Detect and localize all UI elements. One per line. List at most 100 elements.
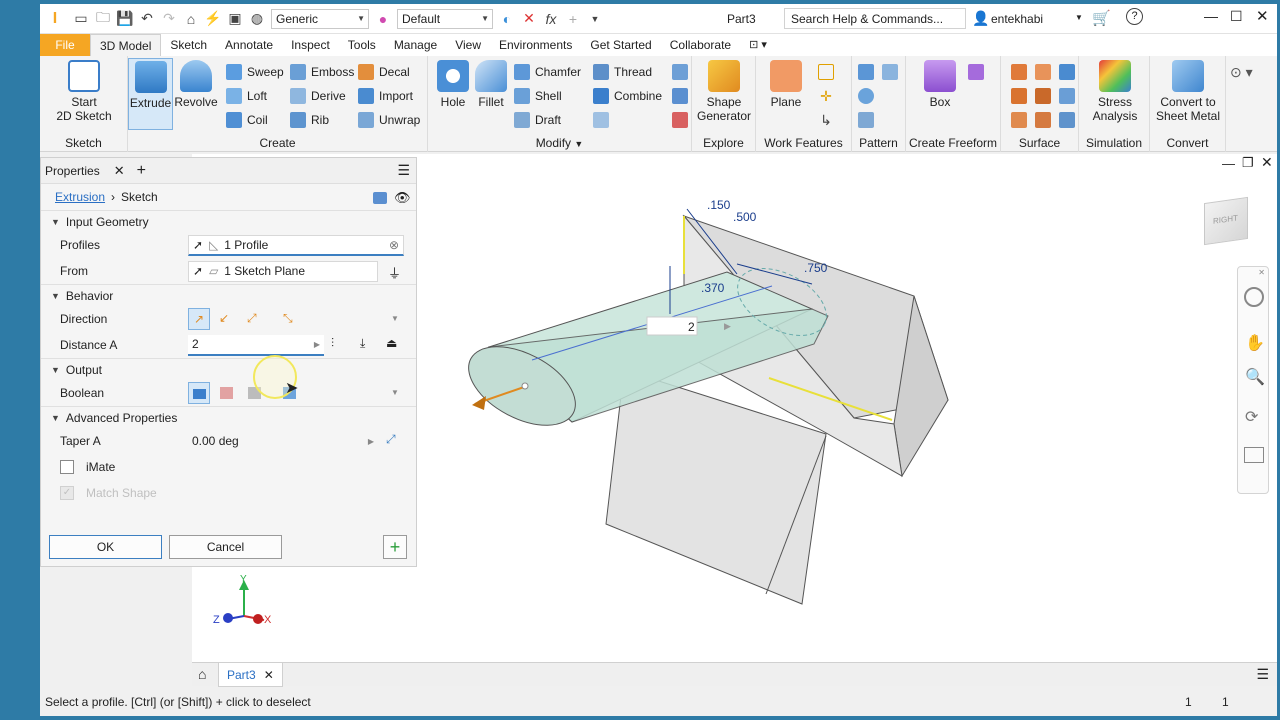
panel-modify-label[interactable]: Modify ▼ <box>428 136 691 150</box>
dim-label-370[interactable]: .370 <box>701 281 724 295</box>
dim-label-750[interactable]: .750 <box>804 261 827 275</box>
ribbon-options-icon[interactable]: ⊡ ▾ <box>740 34 776 56</box>
properties-menu-icon[interactable]: ☰ <box>397 162 410 179</box>
hole-button[interactable]: Hole <box>434 60 472 109</box>
tab-manage[interactable]: Manage <box>385 34 446 56</box>
delete-face-icon[interactable] <box>672 112 688 128</box>
loft-button[interactable]: Loft <box>226 86 267 106</box>
extend-icon[interactable] <box>1059 88 1075 104</box>
tab-tools[interactable]: Tools <box>339 34 385 56</box>
sculpt-icon[interactable] <box>1011 88 1027 104</box>
patch-icon[interactable] <box>1059 64 1075 80</box>
user-icon[interactable]: 👤 <box>972 10 989 27</box>
tab-file[interactable]: File <box>40 34 90 56</box>
from-selector[interactable]: ➚ ▱ 1 Sketch Plane <box>188 260 378 282</box>
sketch-pattern-icon[interactable] <box>858 112 874 128</box>
shape-generator-button[interactable]: Shape Generator <box>696 60 752 123</box>
derive-button[interactable]: Derive <box>290 86 346 106</box>
from-option-icon[interactable]: ⏚ <box>388 263 401 282</box>
add-icon[interactable]: + <box>562 8 584 30</box>
appearance-select[interactable]: Generic ▼ <box>271 8 369 29</box>
stitch-icon[interactable] <box>1035 64 1051 80</box>
minimize-window-icon[interactable]: — <box>1204 8 1218 24</box>
nav-close-icon[interactable]: ✕ <box>1258 268 1265 277</box>
move-face-icon[interactable] <box>672 88 688 104</box>
boolean-join-icon[interactable] <box>188 382 210 404</box>
ok-button[interactable]: OK <box>49 535 162 559</box>
home-icon[interactable]: ⌂ <box>180 8 202 30</box>
search-input[interactable]: Search Help & Commands... <box>784 8 966 29</box>
close-window-icon[interactable]: ✕ <box>1256 7 1269 25</box>
rib-button[interactable]: Rib <box>290 110 329 130</box>
steering-wheel-icon[interactable] <box>1244 287 1264 307</box>
direction-symmetric-icon[interactable]: ⤢ <box>247 311 257 326</box>
decal-button[interactable]: Decal <box>358 62 410 82</box>
user-menu-chevron-icon[interactable]: ▼ <box>1075 13 1083 22</box>
document-tab-close-icon[interactable]: ✕ <box>264 668 274 682</box>
save-icon[interactable]: 💾 <box>114 8 136 30</box>
extent-arrow-icon[interactable]: ▶ <box>724 321 731 332</box>
look-at-icon[interactable] <box>1244 447 1264 463</box>
extent-value[interactable]: 2 <box>688 320 695 334</box>
tab-get-started[interactable]: Get Started <box>581 34 660 56</box>
sweep-button[interactable]: Sweep <box>226 62 284 82</box>
unwrap-button[interactable]: Unwrap <box>358 110 420 130</box>
visibility-eye-icon[interactable]: 👁 <box>394 190 411 206</box>
repair-icon[interactable] <box>1059 112 1075 128</box>
to-next-icon[interactable]: ⤓ <box>360 336 365 351</box>
update-icon[interactable]: ⚡ <box>202 8 224 30</box>
circular-pattern-icon[interactable] <box>858 88 874 104</box>
undo-icon[interactable]: ↶ <box>136 8 158 30</box>
material-browser-icon[interactable]: ◍ <box>246 8 268 30</box>
ucs-icon[interactable]: ↳ <box>818 112 834 128</box>
ruled-surface-icon[interactable] <box>1011 112 1027 128</box>
section-behavior[interactable]: ▼ Behavior <box>41 284 416 306</box>
distance-arrow-icon[interactable]: ▶ <box>314 340 320 349</box>
clear-selection-icon[interactable]: ⊗ <box>389 238 399 252</box>
zoom-icon[interactable]: 🔍 <box>1245 367 1265 387</box>
tab-environments[interactable]: Environments <box>490 34 581 56</box>
shell-button[interactable]: Shell <box>514 86 562 106</box>
new-icon[interactable]: ▭ <box>70 8 92 30</box>
fillet-button[interactable]: Fillet <box>472 60 510 109</box>
ribbon-settings-icon[interactable]: ⊙ ▾ <box>1230 64 1253 81</box>
clear-appearance-icon[interactable]: ✕ <box>518 8 540 30</box>
through-all-icon[interactable]: ⏏ <box>386 336 397 350</box>
adjust-icon[interactable]: ◐ <box>496 8 518 30</box>
axis-icon[interactable] <box>818 64 834 80</box>
split-icon[interactable] <box>672 64 688 80</box>
direct-edit-icon[interactable] <box>593 112 609 128</box>
thicken-icon[interactable] <box>1011 64 1027 80</box>
thread-button[interactable]: Thread <box>593 62 652 82</box>
redo-icon[interactable]: ↷ <box>158 8 180 30</box>
direction-flipped-icon[interactable]: ↙ <box>219 311 229 325</box>
document-menu-icon[interactable]: ☰ <box>1256 666 1269 683</box>
taper-input[interactable]: 0.00 deg ▶ <box>188 431 378 452</box>
user-name[interactable]: entekhabi <box>991 12 1043 26</box>
app-logo-icon[interactable]: I <box>40 8 70 30</box>
material-select[interactable]: Default ▼ <box>397 8 493 29</box>
emboss-button[interactable]: Emboss <box>290 62 354 82</box>
taper-flip-icon[interactable]: ⤢ <box>386 432 396 447</box>
replace-face-icon[interactable] <box>1035 112 1051 128</box>
section-advanced-properties[interactable]: ▼ Advanced Properties <box>41 406 416 428</box>
fx-icon[interactable]: fx <box>540 8 562 30</box>
draft-button[interactable]: Draft <box>514 110 561 130</box>
direction-dropdown-icon[interactable]: ▼ <box>391 314 399 323</box>
section-input-geometry[interactable]: ▼ Input Geometry <box>41 210 416 232</box>
direction-default-icon[interactable]: ↗ <box>188 308 210 330</box>
boolean-dropdown-icon[interactable]: ▼ <box>391 388 399 397</box>
rectangular-pattern-icon[interactable] <box>858 64 874 80</box>
properties-add-tab-icon[interactable]: + <box>137 162 146 180</box>
direction-asymmetric-icon[interactable]: ⤡ <box>283 311 293 326</box>
help-icon[interactable]: ? <box>1126 8 1143 25</box>
revolve-button[interactable]: Revolve <box>174 60 218 109</box>
cancel-button[interactable]: Cancel <box>169 535 282 559</box>
orbit-icon[interactable]: ⟳ <box>1245 407 1258 427</box>
match-shape-checkbox[interactable]: ✓ <box>60 486 74 500</box>
tab-collaborate[interactable]: Collaborate <box>661 34 740 56</box>
box-button[interactable]: Box <box>918 60 962 109</box>
select-icon[interactable]: ▣ <box>224 8 246 30</box>
convert-sheet-metal-button[interactable]: Convert to Sheet Metal <box>1152 60 1224 123</box>
view-cube[interactable]: RIGHT <box>1204 196 1248 246</box>
